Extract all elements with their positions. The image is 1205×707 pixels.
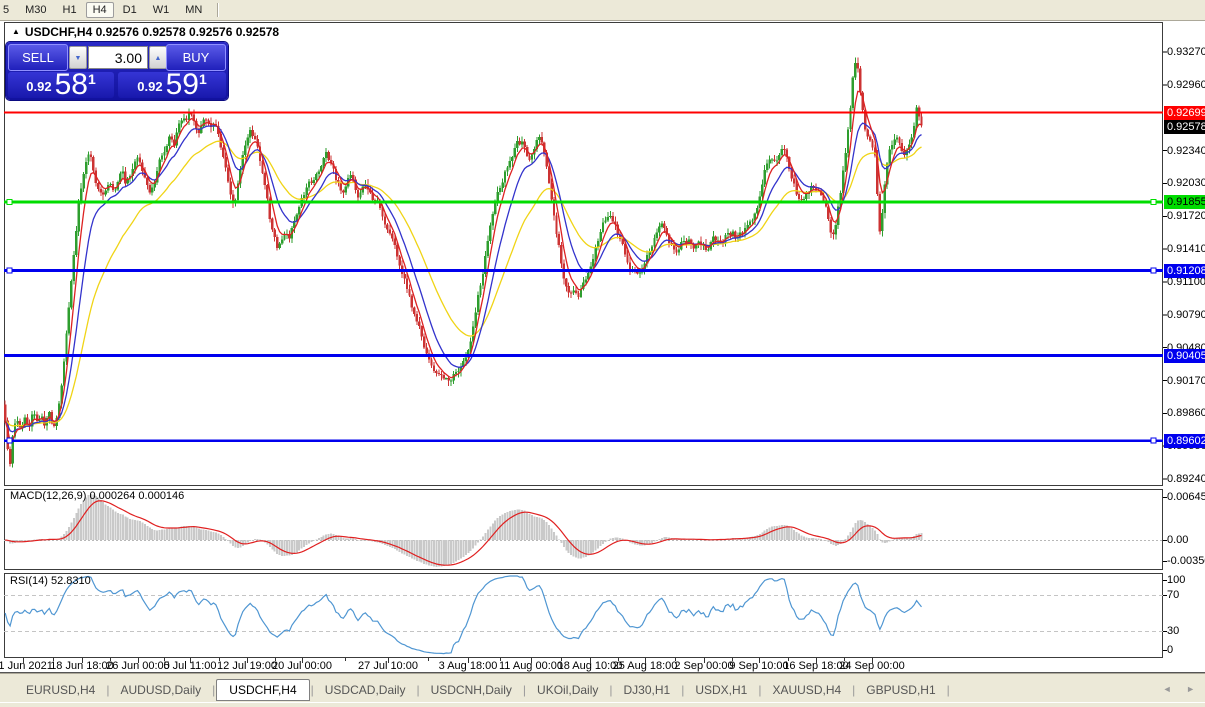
chart-canvas[interactable] xyxy=(0,0,1205,706)
tab-separator: | xyxy=(946,683,951,697)
tab-ukoil-daily[interactable]: UKOil,Daily xyxy=(527,680,608,700)
volume-decrease-button[interactable]: ▼ xyxy=(69,46,87,69)
ask-price-panel[interactable]: 0.92 59 1 xyxy=(118,72,226,98)
timeframe-toolbar[interactable]: 5M30H1H4D1W1MN xyxy=(0,0,1205,21)
sell-button[interactable]: SELL xyxy=(8,44,68,71)
panel-frames xyxy=(0,23,1205,673)
tab-scroll-right-icon[interactable]: ► xyxy=(1186,684,1195,694)
symbol-tabs: EURUSD,H4|AUDUSD,Daily|USDCHF,H4|USDCAD,… xyxy=(16,679,951,701)
ask-price-prefix: 0.92 xyxy=(137,79,162,94)
chevron-down-icon: ▼ xyxy=(75,55,82,62)
buy-button[interactable]: BUY xyxy=(166,44,226,71)
line-handle xyxy=(7,199,12,204)
timeframe-button-w1[interactable]: W1 xyxy=(146,2,177,18)
ask-price-pipette: 1 xyxy=(199,71,207,87)
tab-usdcnh-daily[interactable]: USDCNH,Daily xyxy=(421,680,522,700)
chart-title: ▲ USDCHF,H4 0.92576 0.92578 0.92576 0.925… xyxy=(12,25,279,39)
timeframe-button-5[interactable]: 5 xyxy=(0,2,16,18)
line-handle xyxy=(7,438,12,443)
bid-price-main: 58 xyxy=(55,71,88,98)
tab-usdx-h1[interactable]: USDX,H1 xyxy=(685,680,757,700)
chart-title-text: USDCHF,H4 0.92576 0.92578 0.92576 0.9257… xyxy=(25,25,279,39)
line-handle xyxy=(7,268,12,273)
chevron-up-icon: ▲ xyxy=(155,55,162,62)
toolbar-separator xyxy=(217,3,219,17)
tab-gbpusd-h1[interactable]: GBPUSD,H1 xyxy=(856,680,945,700)
ask-price-main: 59 xyxy=(166,71,199,98)
one-click-trade-panel: SELL ▼ ▲ BUY 0.92 58 1 0.92 59 1 xyxy=(6,42,228,100)
timeframe-button-d1[interactable]: D1 xyxy=(116,2,144,18)
tab-scroll-left-icon[interactable]: ◄ xyxy=(1163,684,1172,694)
tab-audusd-daily[interactable]: AUDUSD,Daily xyxy=(110,680,211,700)
bid-price-panel[interactable]: 0.92 58 1 xyxy=(8,72,114,98)
timeframe-button-h4[interactable]: H4 xyxy=(86,2,114,18)
tab-xauusd-h4[interactable]: XAUUSD,H4 xyxy=(762,680,851,700)
timeframe-button-h1[interactable]: H1 xyxy=(56,2,84,18)
tab-scroll-arrows: ◄ ► xyxy=(1151,684,1195,694)
volume-input[interactable] xyxy=(88,46,148,69)
tab-usdcad-daily[interactable]: USDCAD,Daily xyxy=(315,680,416,700)
line-handle xyxy=(1151,438,1156,443)
bid-price-pipette: 1 xyxy=(88,71,96,87)
macd-indicator-label: MACD(12,26,9) 0.000264 0.000146 xyxy=(10,490,184,502)
status-strip xyxy=(0,702,1205,707)
bid-price-prefix: 0.92 xyxy=(26,79,51,94)
rsi-indicator-label: RSI(14) 52.8310 xyxy=(10,575,91,587)
collapse-icon[interactable]: ▲ xyxy=(12,27,20,36)
tab-eurusd-h4[interactable]: EURUSD,H4 xyxy=(16,680,105,700)
timeframe-button-mn[interactable]: MN xyxy=(178,2,209,18)
tab-usdchf-h4[interactable]: USDCHF,H4 xyxy=(216,679,309,701)
line-handle xyxy=(1151,199,1156,204)
tab-dj30-h1[interactable]: DJ30,H1 xyxy=(614,680,681,700)
timeframe-button-m30[interactable]: M30 xyxy=(18,2,53,18)
symbol-tab-bar: EURUSD,H4|AUDUSD,Daily|USDCHF,H4|USDCAD,… xyxy=(0,673,1205,703)
volume-increase-button[interactable]: ▲ xyxy=(149,46,167,69)
line-handle xyxy=(1151,268,1156,273)
